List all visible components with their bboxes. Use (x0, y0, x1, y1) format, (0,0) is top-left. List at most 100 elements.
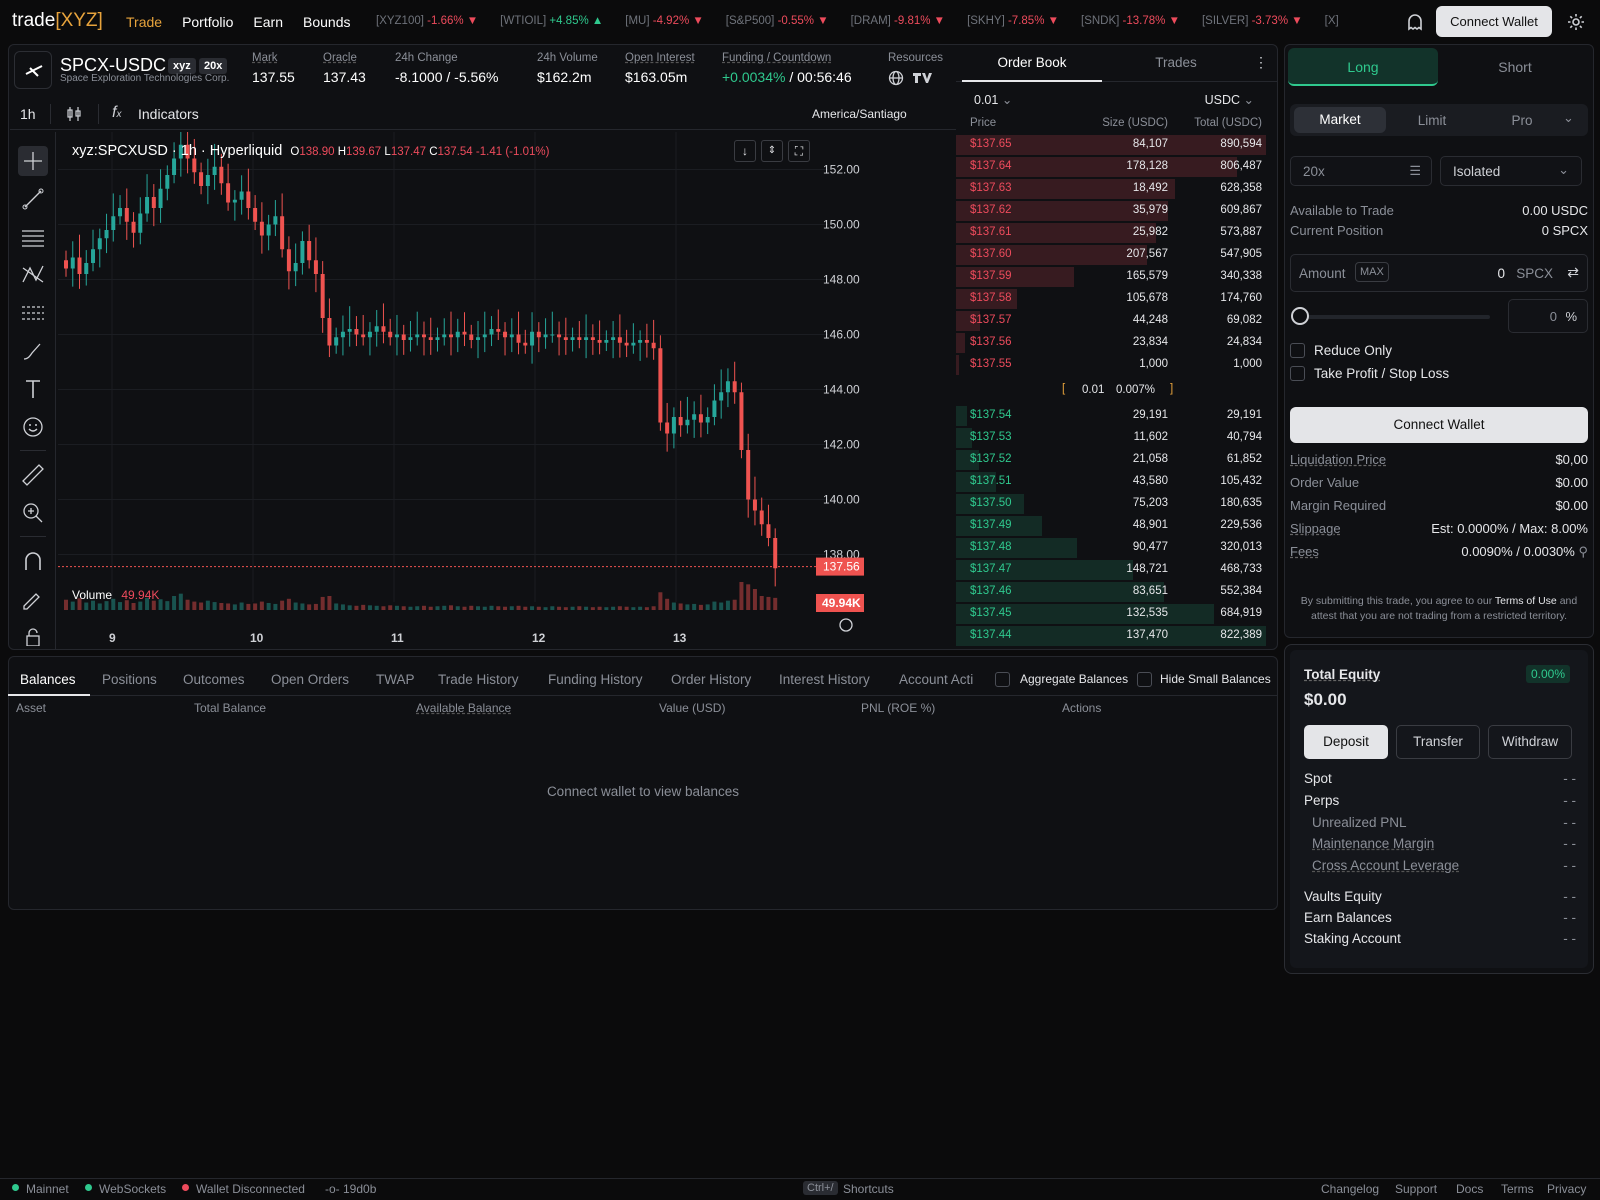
bid-row[interactable]: $137.46 83,651 552,384 (956, 581, 1278, 603)
shortcuts-link[interactable]: Shortcuts (843, 1182, 894, 1196)
emoji-tool[interactable] (18, 412, 48, 442)
pro-tab[interactable]: Pro (1494, 113, 1550, 128)
support-link[interactable]: Support (1395, 1182, 1437, 1196)
pattern-tool[interactable] (18, 260, 48, 290)
ticker-item[interactable]: [WTIOIL] +4.85% ▲ (500, 15, 603, 27)
magnet-tool[interactable] (18, 546, 48, 576)
tab-order-history[interactable]: Order History (671, 672, 751, 687)
lock-drawing-tool[interactable] (18, 584, 48, 614)
indicators-button[interactable]: Indicators (138, 106, 199, 122)
hide-small-checkbox[interactable] (1137, 672, 1152, 687)
bid-row[interactable]: $137.52 21,058 61,852 (956, 449, 1278, 471)
zoom-tool[interactable] (18, 498, 48, 528)
ask-row[interactable]: $137.63 18,492 628,358 (956, 178, 1278, 200)
bid-row[interactable]: $137.49 48,901 229,536 (956, 515, 1278, 537)
bid-row[interactable]: $137.44 137,470 822,389 (956, 625, 1278, 647)
deposit-button[interactable]: Deposit (1304, 725, 1388, 759)
bid-row[interactable]: $137.50 75,203 180,635 (956, 493, 1278, 515)
tab-trades[interactable]: Trades (1106, 44, 1246, 82)
ask-row[interactable]: $137.58 105,678 174,760 (956, 288, 1278, 310)
ticker-item[interactable]: [XYZ100] -1.66% ▼ (376, 15, 478, 27)
tab-trade-history[interactable]: Trade History (438, 672, 519, 687)
fullscreen-icon[interactable]: ⛶ (788, 140, 810, 162)
ticker-item[interactable]: [SILVER] -3.73% ▼ (1202, 15, 1303, 27)
tab-funding-history[interactable]: Funding History (548, 672, 643, 687)
terms-link-footer[interactable]: Terms (1501, 1182, 1534, 1196)
tab-outcomes[interactable]: Outcomes (183, 672, 245, 687)
swap-icon[interactable]: ⇄ (1567, 264, 1579, 281)
max-button[interactable]: MAX (1355, 262, 1389, 282)
ask-row[interactable]: $137.57 44,248 69,082 (956, 310, 1278, 332)
tab-interest-history[interactable]: Interest History (779, 672, 870, 687)
withdraw-button[interactable]: Withdraw (1488, 725, 1572, 759)
tradingview-icon[interactable] (912, 70, 934, 86)
ruler-tool[interactable] (18, 460, 48, 490)
amount-input[interactable]: Amount MAX 0 SPCX ⇄ (1290, 254, 1588, 292)
price-chart[interactable]: 152.00 150.00 148.00 146.00 144.00 142.00 140.… (58, 132, 956, 650)
aggregate-checkbox[interactable] (995, 672, 1010, 687)
connect-wallet-button[interactable]: Connect Wallet (1436, 6, 1552, 37)
trendline-tool[interactable] (18, 184, 48, 214)
bid-row[interactable]: $137.51 43,580 105,432 (956, 471, 1278, 493)
margin-mode-select[interactable]: Isolated ⌄ (1440, 156, 1582, 186)
tab-balances[interactable]: Balances (20, 672, 76, 687)
candlestick-chart[interactable]: 152.00 150.00 148.00 146.00 144.00 142.00 140.… (58, 132, 956, 650)
chevron-down-icon[interactable]: ⌄ (1563, 110, 1574, 126)
leverage-select[interactable]: 20x ☰ (1290, 156, 1432, 186)
text-tool[interactable] (18, 374, 48, 404)
transfer-button[interactable]: Transfer (1396, 725, 1480, 759)
tab-open-orders[interactable]: Open Orders (271, 672, 349, 687)
crosshair-tool[interactable] (18, 146, 48, 176)
connect-wallet-order-button[interactable]: Connect Wallet (1290, 407, 1588, 443)
globe-icon[interactable] (888, 70, 904, 86)
arrow-down-icon[interactable]: ↓ (734, 140, 756, 162)
nav-link-trade[interactable]: Trade (126, 14, 162, 30)
ask-row[interactable]: $137.56 23,834 24,834 (956, 332, 1278, 354)
interval-selector[interactable]: 1h (20, 106, 36, 122)
ask-row[interactable]: $137.62 35,979 609,867 (956, 200, 1278, 222)
ask-row[interactable]: $137.64 178,128 806,487 (956, 156, 1278, 178)
bid-row[interactable]: $137.48 90,477 320,013 (956, 537, 1278, 559)
reduce-only-checkbox[interactable] (1290, 343, 1305, 358)
collapse-icon[interactable]: ⇕ (761, 140, 783, 162)
ticker-item[interactable]: [X] (1325, 15, 1339, 27)
more-icon[interactable]: ⋮ (1254, 54, 1268, 71)
bid-row[interactable]: $137.47 148,721 468,733 (956, 559, 1278, 581)
docs-link[interactable]: Docs (1456, 1182, 1483, 1196)
logo[interactable]: trade[XYZ] (12, 10, 103, 32)
ticker-item[interactable]: [DRAM] -9.81% ▼ (851, 15, 945, 27)
market-tab[interactable]: Market (1294, 107, 1386, 133)
terms-link[interactable]: Terms of Use (1495, 595, 1557, 607)
tab-twap[interactable]: TWAP (376, 672, 415, 687)
unit-select[interactable]: USDC ⌄ (1205, 92, 1254, 107)
fib-tool[interactable] (18, 298, 48, 328)
market-selector[interactable] (14, 51, 52, 89)
gear-icon[interactable] (1566, 12, 1586, 32)
nav-link-earn[interactable]: Earn (253, 14, 283, 30)
candle-type-icon[interactable] (65, 105, 83, 123)
size-slider-knob[interactable] (1291, 307, 1309, 325)
percent-input[interactable]: 0 % (1508, 299, 1588, 333)
ghost-icon[interactable] (1405, 12, 1425, 32)
tab-account-activity[interactable]: Account Acti (899, 672, 979, 687)
long-button[interactable]: Long (1288, 48, 1438, 86)
tick-size-select[interactable]: 0.01 ⌄ (974, 92, 1012, 107)
tpsl-checkbox[interactable] (1290, 366, 1305, 381)
horizontal-lines-tool[interactable] (18, 222, 48, 252)
bid-row[interactable]: $137.53 11,602 40,794 (956, 427, 1278, 449)
ask-row[interactable]: $137.65 84,107 890,594 (956, 134, 1278, 156)
nav-link-portfolio[interactable]: Portfolio (182, 14, 233, 30)
privacy-link[interactable]: Privacy (1547, 1182, 1586, 1196)
ticker-item[interactable]: [SKHY] -7.85% ▼ (967, 15, 1059, 27)
lock-tool[interactable] (18, 622, 48, 646)
ask-row[interactable]: $137.55 1,000 1,000 (956, 354, 1278, 376)
tab-order-book[interactable]: Order Book (962, 44, 1102, 82)
ticker-item[interactable]: [MU] -4.92% ▼ (625, 15, 704, 27)
limit-tab[interactable]: Limit (1404, 113, 1460, 128)
timezone-label[interactable]: America/Santiago (812, 107, 907, 121)
size-slider-track[interactable] (1291, 307, 1490, 325)
short-button[interactable]: Short (1440, 48, 1590, 86)
changelog-link[interactable]: Changelog (1321, 1182, 1379, 1196)
bid-row[interactable]: $137.45 132,535 684,919 (956, 603, 1278, 625)
ticker-item[interactable]: [SNDK] -13.78% ▼ (1081, 15, 1180, 27)
